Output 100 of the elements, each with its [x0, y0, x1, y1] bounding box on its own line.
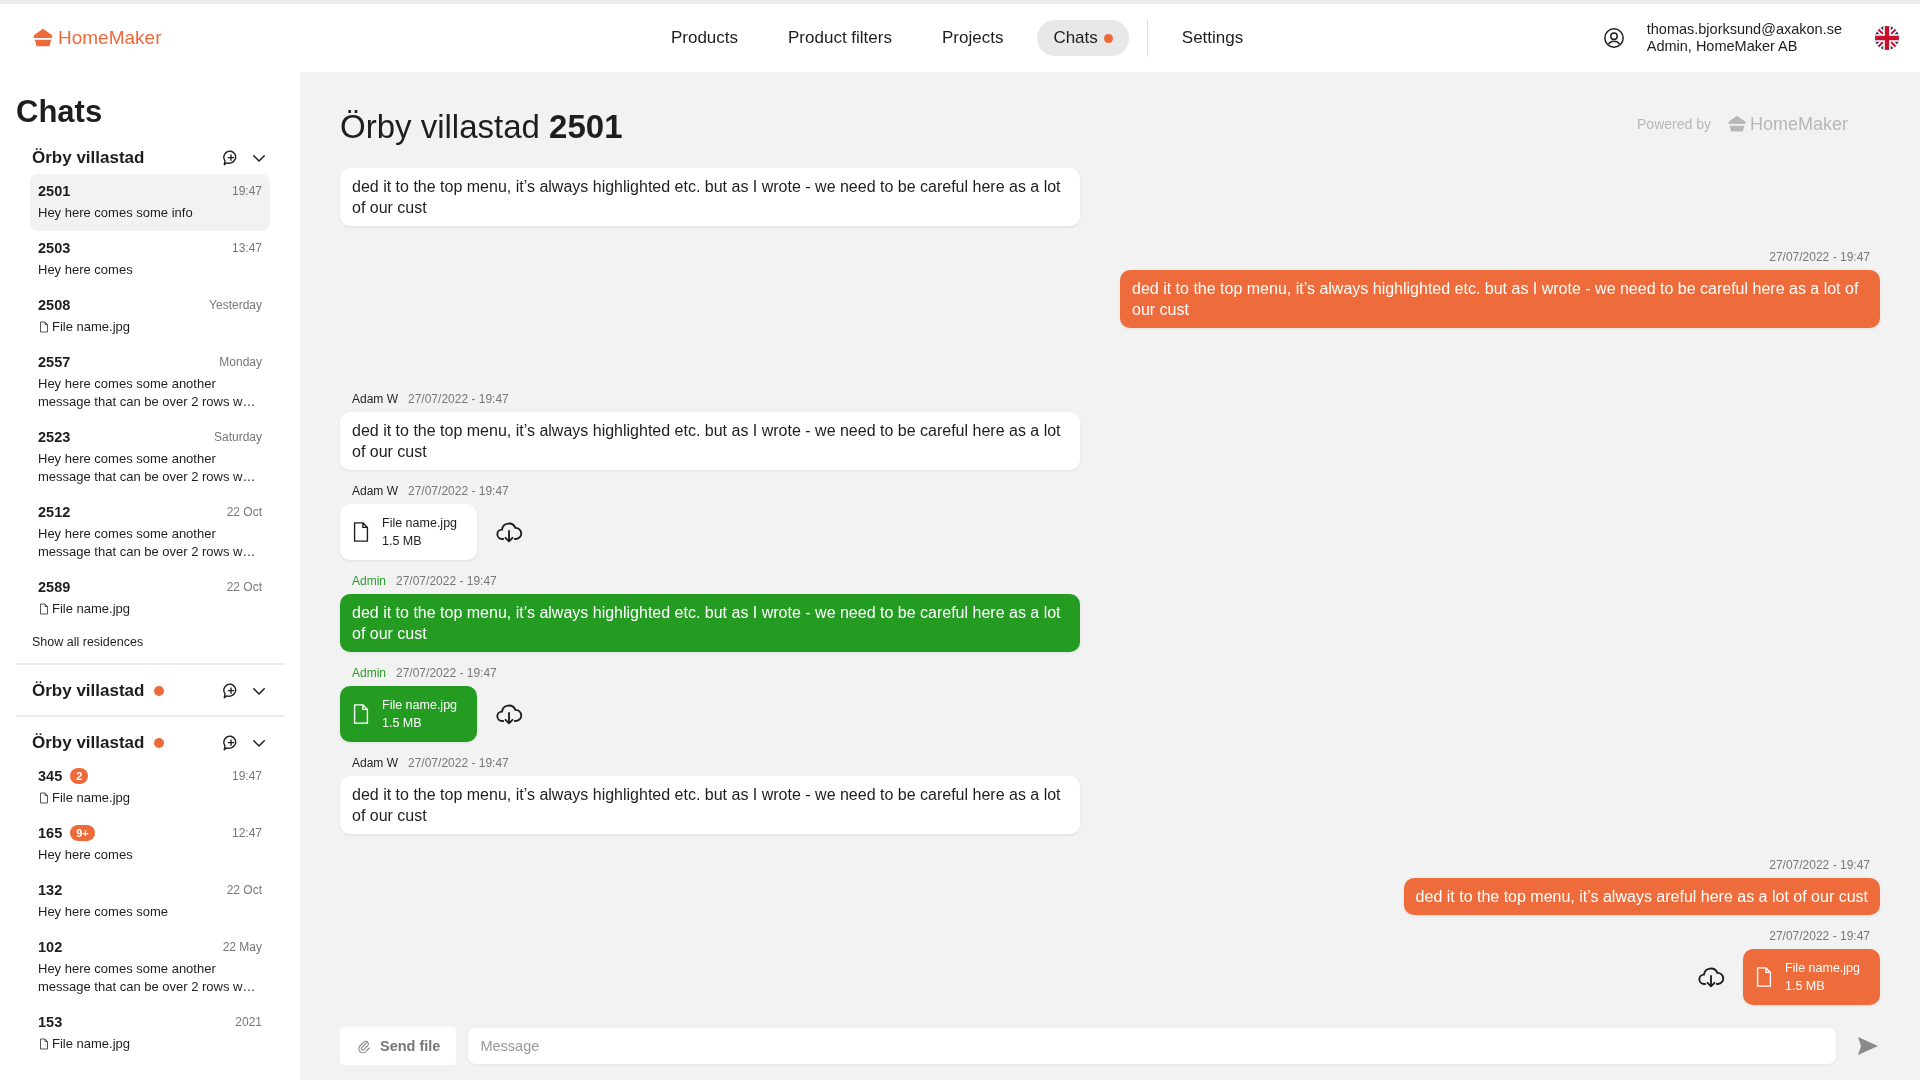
- message-preview: Hey here comes: [38, 846, 133, 864]
- message-bubble: ded it to the top menu, it’s always highlighted etc. but as I wrote - we need to be careful here as a lot of our cust: [1120, 270, 1880, 328]
- chat-number: 2501: [38, 183, 71, 199]
- message-preview: Hey here comes: [38, 261, 133, 279]
- attachment-name: File name.jpg: [52, 789, 131, 807]
- chat-number: 2508: [38, 297, 71, 313]
- message-time: 27/07/2022 - 19:47: [1769, 858, 1870, 872]
- user-role: Admin, HomeMaker AB: [1646, 38, 1799, 55]
- message-bubble: ded it to the top menu, it’s always highlighted etc. but as I wrote - we need to be careful here as a lot of our cust: [340, 776, 1080, 834]
- file-size: 1.5 MB: [382, 533, 423, 550]
- chat-time: Saturday: [213, 430, 262, 444]
- send-icon[interactable]: [1856, 1034, 1880, 1058]
- chat-time: Yesterday: [209, 298, 262, 312]
- message-field[interactable]: Message: [468, 1028, 1836, 1064]
- chat-time: 22 May: [222, 940, 262, 954]
- chat-time: 13:47: [231, 241, 262, 255]
- chat-time: 12:47: [231, 826, 262, 840]
- message-bubble: ded it to the top menu, it’s always highlighted etc. but as I wrote - we need to be careful here as a lot of our cust: [340, 594, 1080, 652]
- nav-tab[interactable]: Projects: [925, 20, 1020, 56]
- house-icon: [1726, 114, 1747, 134]
- message-bubble: ded it to the top menu, it’s always highlighted etc. but as I wrote - we need to be careful here as a lot of our cust: [340, 412, 1080, 470]
- user-email: thomas.bjorksund@axakon.se: [1646, 21, 1842, 38]
- message-time: 27/07/2022 - 19:47: [396, 574, 497, 588]
- user-icon[interactable]: [1602, 27, 1625, 49]
- house-icon: [32, 27, 54, 49]
- nav-tab[interactable]: Product filters: [772, 20, 908, 56]
- chat-title: Örby villastad 2501: [340, 108, 623, 146]
- message-preview: Hey here comes some another message that can be over 2 rows w…: [38, 450, 257, 486]
- file-name: File name.jpg: [382, 515, 458, 532]
- file-name: File name.jpg: [382, 697, 458, 714]
- chat-time: 19:47: [231, 769, 262, 783]
- file-icon: [38, 320, 50, 334]
- file-icon: [38, 1037, 50, 1051]
- flag-icon[interactable]: [1874, 25, 1900, 51]
- message-preview: Hey here comes some another message that can be over 2 rows w…: [38, 525, 257, 561]
- chat-list-item[interactable]: 2523 Saturday Hey here comes some another message that can be over 2 rows w…: [30, 420, 270, 495]
- file-attachment[interactable]: File name.jpg 1.5 MB: [340, 504, 478, 560]
- chat-list-item[interactable]: 2508 Yesterday File name.jpg: [30, 288, 270, 345]
- chat-time: Monday: [219, 355, 262, 369]
- message-preview: Hey here comes some: [38, 903, 169, 921]
- send-file-button[interactable]: Send file: [340, 1027, 457, 1065]
- file-size: 1.5 MB: [382, 715, 423, 732]
- sender-name: Admin: [352, 574, 386, 588]
- paperclip-icon: [356, 1038, 372, 1054]
- chat-number: 2557: [38, 354, 71, 370]
- nav-tab[interactable]: Chats: [1037, 20, 1129, 56]
- message-bubble: ded it to the top menu, it’s always areful here as a lot of our cust: [1403, 878, 1880, 915]
- chat-number: 153: [38, 1014, 63, 1030]
- chat-list-item[interactable]: 102 22 May Hey here comes some another message that can be over 2 rows w…: [30, 930, 270, 1005]
- message-bubble: ded it to the top menu, it’s always highlighted etc. but as I wrote - we need to be careful here as a lot of our cust: [340, 168, 1080, 226]
- message-time: 27/07/2022 - 19:47: [408, 392, 509, 406]
- file-size: 1.5 MB: [1784, 978, 1826, 995]
- chat-list-item[interactable]: 165 9+ 12:47 Hey here comes: [30, 816, 270, 873]
- chat-time: 19:47: [231, 184, 262, 198]
- sidebar-title: Chats: [16, 94, 104, 130]
- chat-number: 165: [38, 825, 63, 841]
- chat-number: 2523: [38, 429, 71, 445]
- file-attachment[interactable]: File name.jpg 1.5 MB: [340, 686, 478, 742]
- chat-number: 132: [38, 882, 63, 898]
- chat-list-item[interactable]: 2512 22 Oct Hey here comes some another message that can be over 2 rows w…: [30, 495, 270, 570]
- group-title[interactable]: Örby villastad: [32, 733, 145, 753]
- show-all-link[interactable]: Show all residences: [32, 635, 144, 649]
- chat-list-item[interactable]: 153 2021 File name.jpg: [30, 1005, 270, 1062]
- message-time: 27/07/2022 - 19:47: [408, 756, 509, 770]
- unread-count-badge: 2: [70, 768, 89, 784]
- chat-time: 22 Oct: [226, 580, 262, 594]
- unread-count-badge: 9+: [70, 825, 95, 841]
- chat-list-item[interactable]: 2503 13:47 Hey here comes: [30, 231, 270, 288]
- group-title[interactable]: Örby villastad: [32, 148, 145, 168]
- attachment-name: File name.jpg: [52, 1035, 131, 1053]
- message-time: 27/07/2022 - 19:47: [396, 666, 497, 680]
- chat-time: 22 Oct: [226, 883, 262, 897]
- nav-tab[interactable]: Settings: [1165, 20, 1260, 56]
- chat-number: 2503: [38, 240, 71, 256]
- brand-name: HomeMaker: [1749, 113, 1848, 135]
- message-time: 27/07/2022 - 19:47: [1769, 929, 1870, 943]
- message-preview: Hey here comes some info: [38, 204, 193, 222]
- chat-number: 345: [38, 768, 63, 784]
- chat-list-item[interactable]: 345 2 19:47 File name.jpg: [30, 759, 270, 816]
- chat-number: 2512: [38, 504, 71, 520]
- chat-number: 2589: [38, 579, 71, 595]
- chat-time: 22 Oct: [226, 505, 262, 519]
- nav-tab[interactable]: Products: [654, 20, 755, 56]
- chat-list-item[interactable]: 2501 19:47 Hey here comes some info: [30, 174, 270, 231]
- chat-list-item[interactable]: 2557 Monday Hey here comes some another message that can be over 2 rows w…: [30, 345, 270, 420]
- attachment-name: File name.jpg: [52, 600, 131, 618]
- message-time: 27/07/2022 - 19:47: [1769, 250, 1870, 264]
- chat-list-item[interactable]: 132 22 Oct Hey here comes some: [30, 873, 270, 930]
- group-title[interactable]: Örby villastad: [32, 681, 145, 701]
- message-preview: Hey here comes some another message that can be over 2 rows w…: [38, 960, 257, 996]
- chat-time: 2021: [235, 1015, 262, 1029]
- notification-dot: [1103, 33, 1113, 43]
- sender-name: Admin: [352, 666, 386, 680]
- file-icon: [38, 791, 50, 805]
- chat-number: 102: [38, 939, 63, 955]
- chat-list-item[interactable]: 2589 22 Oct File name.jpg: [30, 570, 270, 627]
- sender-name: Adam W: [352, 756, 398, 770]
- sender-name: Adam W: [352, 392, 398, 406]
- message-preview: Hey here comes some another message that can be over 2 rows w…: [38, 375, 257, 411]
- brand-name: HomeMaker: [58, 27, 162, 49]
